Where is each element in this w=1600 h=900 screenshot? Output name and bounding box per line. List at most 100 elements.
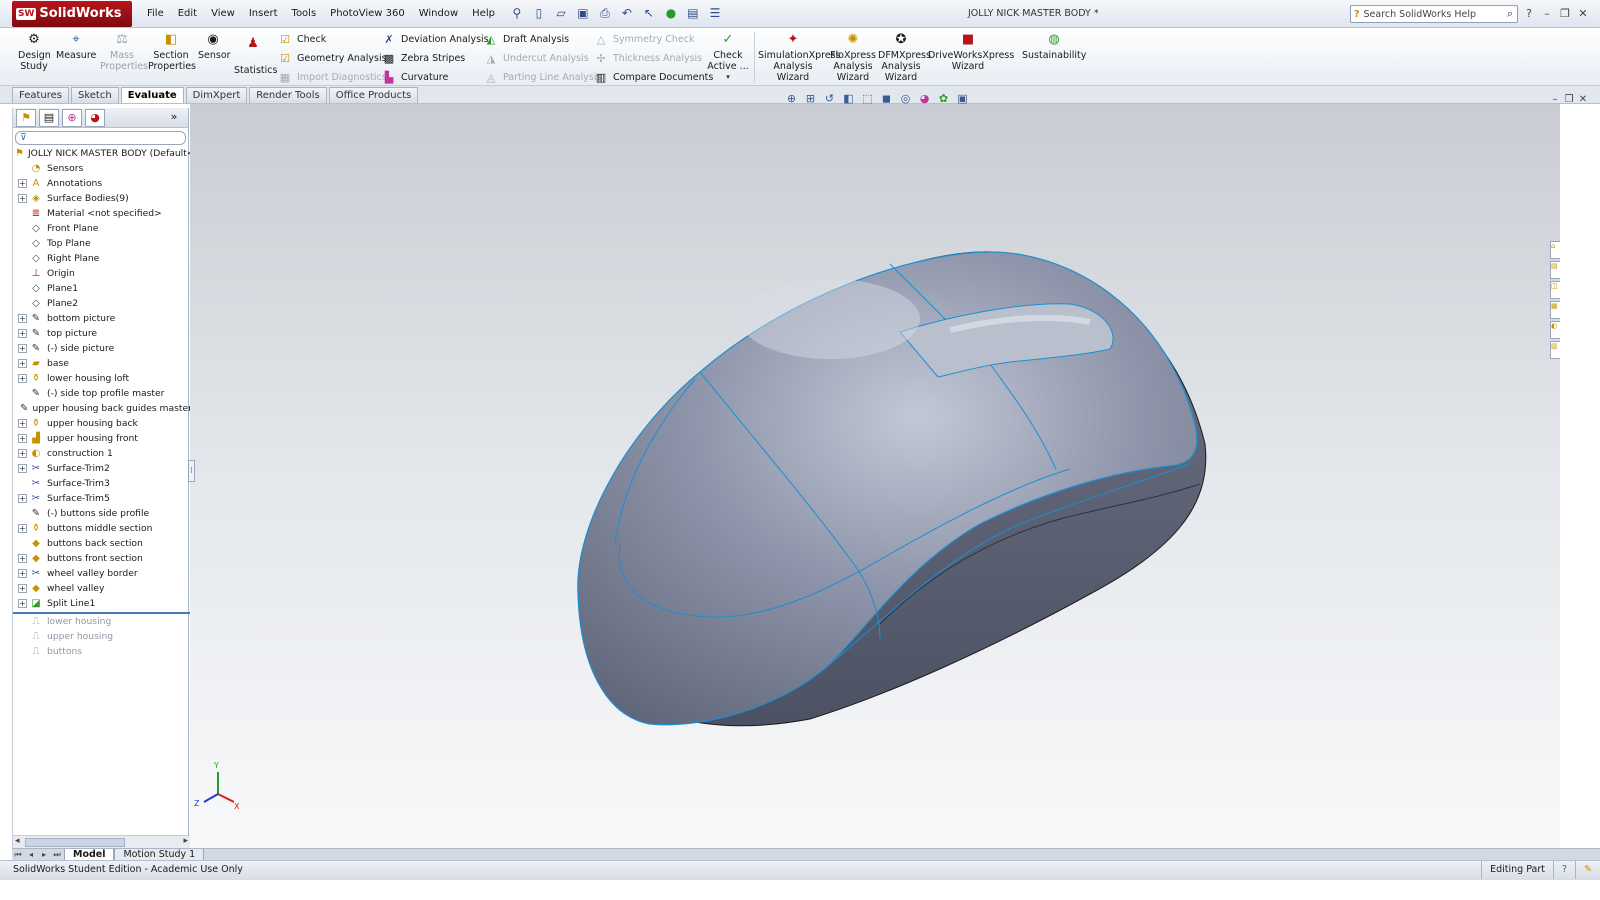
expand-icon[interactable]: + [18,179,27,188]
menu-photoview[interactable]: PhotoView 360 [323,0,412,28]
thickness-analysis-button[interactable]: ✢ Thickness Analysis [594,49,713,68]
tree-item[interactable]: + ✂ Surface-Trim2 [13,461,190,476]
tree-item[interactable]: + ▰ base [13,356,190,371]
tab-prev-icon[interactable]: ◂ [25,850,37,859]
expand-icon[interactable]: + [18,494,27,503]
property-manager-tab-icon[interactable]: ▤ [39,108,59,127]
tree-item[interactable]: + ◈ Surface Bodies(9) [13,191,190,206]
scroll-right-icon[interactable]: ▸ [183,836,188,846]
section-properties-button[interactable]: ◧ Section Properties [148,32,196,72]
task-pane-appearance-icon[interactable]: ◐ [1550,321,1560,339]
tree-item-suppressed[interactable]: ⎍ lower housing [13,614,190,629]
tree-item[interactable]: + ✎ bottom picture [13,311,190,326]
tree-item[interactable]: ◇ Front Plane [13,221,190,236]
viewport-minimize-icon[interactable]: – [1548,94,1562,105]
tree-item[interactable]: ◇ Right Plane [13,251,190,266]
compare-documents-button[interactable]: ▥ Compare Documents [594,68,713,87]
zebra-stripes-button[interactable]: ▩ Zebra Stripes [382,49,489,68]
tab-dimxpert[interactable]: DimXpert [185,87,248,103]
viewport-close-icon[interactable]: ✕ [1576,94,1590,105]
draft-analysis-button[interactable]: ◭ Draft Analysis [484,30,601,49]
restore-icon[interactable]: ❐ [1556,0,1574,28]
open-icon[interactable]: ▱ [552,6,570,22]
dfmxpress-button[interactable]: ✪ DFMXpress Analysis Wizard [878,32,931,83]
driveworksxpress-button[interactable]: ■ DriveWorksXpress Wizard [928,32,1014,72]
symmetry-check-button[interactable]: △ Symmetry Check [594,30,713,49]
sustainability-button[interactable]: ◍ Sustainability [1022,32,1086,61]
minimize-icon[interactable]: – [1538,0,1556,28]
graphics-area[interactable]: Y X Z ⌂ ▤ ◫ ▦ ◐ ▥ [190,104,1560,848]
feature-tree-tab-icon[interactable]: ⚑ [16,108,36,127]
check-active-dropdown-icon[interactable]: ▾ [706,72,750,83]
scroll-left-icon[interactable]: ◂ [15,836,20,846]
undo-icon[interactable]: ↶ [618,6,636,22]
rollback-bar[interactable] [13,612,190,614]
configuration-manager-tab-icon[interactable]: ⊕ [62,108,82,127]
tree-item[interactable]: + ▟ upper housing front [13,431,190,446]
view-orientation-icon[interactable]: ⬚ [859,92,876,108]
undercut-analysis-button[interactable]: ◮ Undercut Analysis [484,49,601,68]
menu-window[interactable]: Window [412,0,465,28]
tab-last-icon[interactable]: ⏭ [51,850,63,860]
search-icon[interactable]: ⌕ [1507,7,1513,21]
pin-icon[interactable]: ⚲ [508,6,526,22]
tree-item[interactable]: + ⚱ buttons middle section [13,521,190,536]
tree-item[interactable]: ◔ Sensors [13,161,190,176]
tab-next-icon[interactable]: ▸ [38,850,50,859]
hide-show-items-icon[interactable]: ◎ [897,92,914,108]
feature-tree-filter[interactable]: ⊽ [15,131,186,145]
panel-splitter-handle[interactable]: ⁝ [188,460,195,482]
task-pane-explorer-icon[interactable]: ◫ [1550,281,1560,299]
tab-motion-study[interactable]: Motion Study 1 [114,848,205,861]
menu-help[interactable]: Help [465,0,502,28]
task-pane-view-palette-icon[interactable]: ▦ [1550,301,1560,319]
tree-item[interactable]: ✎ upper housing back guides master [13,401,190,416]
expand-icon[interactable]: + [18,329,27,338]
task-pane-home-icon[interactable]: ⌂ [1550,241,1560,259]
expand-icon[interactable]: + [18,194,27,203]
close-icon[interactable]: ✕ [1574,0,1592,28]
tree-item[interactable]: ◇ Top Plane [13,236,190,251]
simulationxpress-button[interactable]: ✦ SimulationXpress Analysis Wizard [758,32,841,83]
tree-item[interactable]: + ✎ top picture [13,326,190,341]
tree-item[interactable]: + ◆ buttons front section [13,551,190,566]
viewport-restore-icon[interactable]: ❐ [1562,94,1576,105]
expand-icon[interactable]: + [18,524,27,533]
status-rebuild-icon[interactable]: ✎ [1575,861,1600,879]
expand-icon[interactable]: + [18,344,27,353]
new-document-icon[interactable]: ▯ [530,6,548,22]
tree-item[interactable]: + ◐ construction 1 [13,446,190,461]
tree-item[interactable]: ✎ (-) side top profile master [13,386,190,401]
zoom-to-fit-icon[interactable]: ⊕ [783,92,800,108]
rebuild-icon[interactable]: ● [662,6,680,22]
tree-root-part[interactable]: ⚑ JOLLY NICK MASTER BODY (Default<< [13,146,190,161]
tree-item[interactable]: ◇ Plane2 [13,296,190,311]
zoom-to-area-icon[interactable]: ⊞ [802,92,819,108]
scrollbar-thumb[interactable] [25,838,125,847]
tree-item-suppressed[interactable]: ⎍ buttons [13,644,190,659]
more-tabs-icon[interactable]: » [164,109,184,127]
check-active-button[interactable]: ✓ Check Active ... ▾ [706,32,750,83]
help-dropdown-icon[interactable]: ? [1520,0,1538,28]
task-pane-library-icon[interactable]: ▤ [1550,261,1560,279]
tree-item[interactable]: ◇ Plane1 [13,281,190,296]
tree-item[interactable]: + ⚱ lower housing loft [13,371,190,386]
select-icon[interactable]: ↖ [640,6,658,22]
tab-evaluate[interactable]: Evaluate [120,87,184,103]
save-icon[interactable]: ▣ [574,6,592,22]
tree-item[interactable]: ⊥ Origin [13,266,190,281]
floxpress-button[interactable]: ✺ FloXpress Analysis Wizard [830,32,876,83]
check-button[interactable]: ☑ Check [278,30,387,49]
design-study-button[interactable]: ⚙ Design Study [18,32,51,72]
expand-icon[interactable]: + [18,584,27,593]
expand-icon[interactable]: + [18,374,27,383]
edit-appearance-icon[interactable]: ◕ [916,92,933,108]
display-manager-tab-icon[interactable]: ◕ [85,108,105,127]
file-properties-icon[interactable]: ▤ [684,6,702,22]
import-diagnostics-button[interactable]: ▦ Import Diagnostics [278,68,387,87]
tree-item[interactable]: + ✎ (-) side picture [13,341,190,356]
expand-icon[interactable]: + [18,449,27,458]
menu-file[interactable]: File [140,0,171,28]
section-view-icon[interactable]: ◧ [840,92,857,108]
tree-item[interactable]: + ◪ Split Line1 [13,596,190,611]
